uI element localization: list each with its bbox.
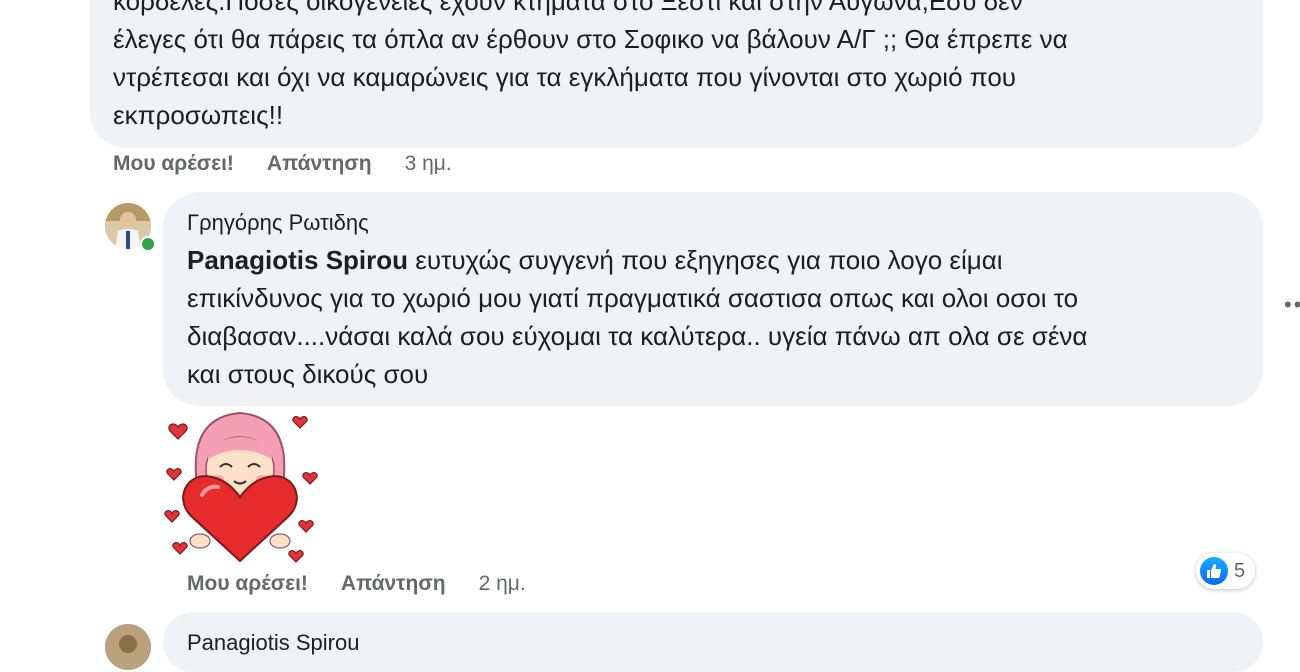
comment-line: ντρέπεσαι και όχι να καμαρώνεις για τα ε… (113, 62, 1017, 92)
comment-author[interactable]: Γρηγόρης Ρωτιδης (187, 210, 369, 236)
comment-line-text: ευτυχώς συγγενή που εξηγησες για ποιο λο… (408, 245, 1003, 275)
reply-button[interactable]: Απάντηση (341, 572, 446, 596)
reply-button[interactable]: Απάντηση (267, 152, 372, 176)
timestamp[interactable]: 2 ημ. (479, 572, 526, 596)
online-status-dot (140, 236, 156, 252)
like-button[interactable]: Μου αρέσει! (187, 572, 308, 596)
heart-hug-girl-sticker (160, 405, 320, 565)
comment-actions: Μου αρέσει! Απάντηση 3 ημ. (113, 152, 452, 176)
mention-link[interactable]: Panagiotis Spirou (187, 245, 408, 275)
comment-line: έλεγες ότι θα πάρεις τα όπλα αν έρθουν σ… (113, 24, 1068, 54)
comment-line: και στους δικούς σου (187, 359, 429, 389)
comment-line: διαβασαν....νάσαι καλά σου εύχομαι τα κα… (187, 321, 1088, 351)
comment-author[interactable]: Panagiotis Spirou (187, 630, 359, 656)
timestamp[interactable]: 3 ημ. (405, 152, 452, 176)
like-button[interactable]: Μου αρέσει! (113, 152, 234, 176)
reaction-count: 5 (1234, 559, 1246, 582)
comment-text: Panagiotis Spirou ευτυχώς συγγενή που εξ… (187, 241, 1087, 393)
comment-text: κορδελες.Ποσες οικογενειες εχουν κτηματα… (113, 0, 1068, 134)
more-options-icon[interactable]: •• (1284, 292, 1300, 318)
comment-actions: Μου αρέσει! Απάντηση 2 ημ. (187, 572, 526, 596)
comment-line: Panagiotis Spirou ευτυχώς συγγενή που εξ… (187, 241, 1087, 279)
comment-line: κορδελες.Ποσες οικογενειες εχουν κτηματα… (113, 0, 1023, 16)
like-reaction-icon (1200, 557, 1228, 585)
avatar-image (105, 624, 151, 670)
reactions-summary[interactable]: 5 (1196, 553, 1256, 589)
comment-line: εκπροσωπεις!! (113, 100, 284, 130)
comment-line: επικίνδυνος για το χωριό μου γιατί πραγμ… (187, 283, 1079, 313)
avatar[interactable] (105, 624, 151, 670)
